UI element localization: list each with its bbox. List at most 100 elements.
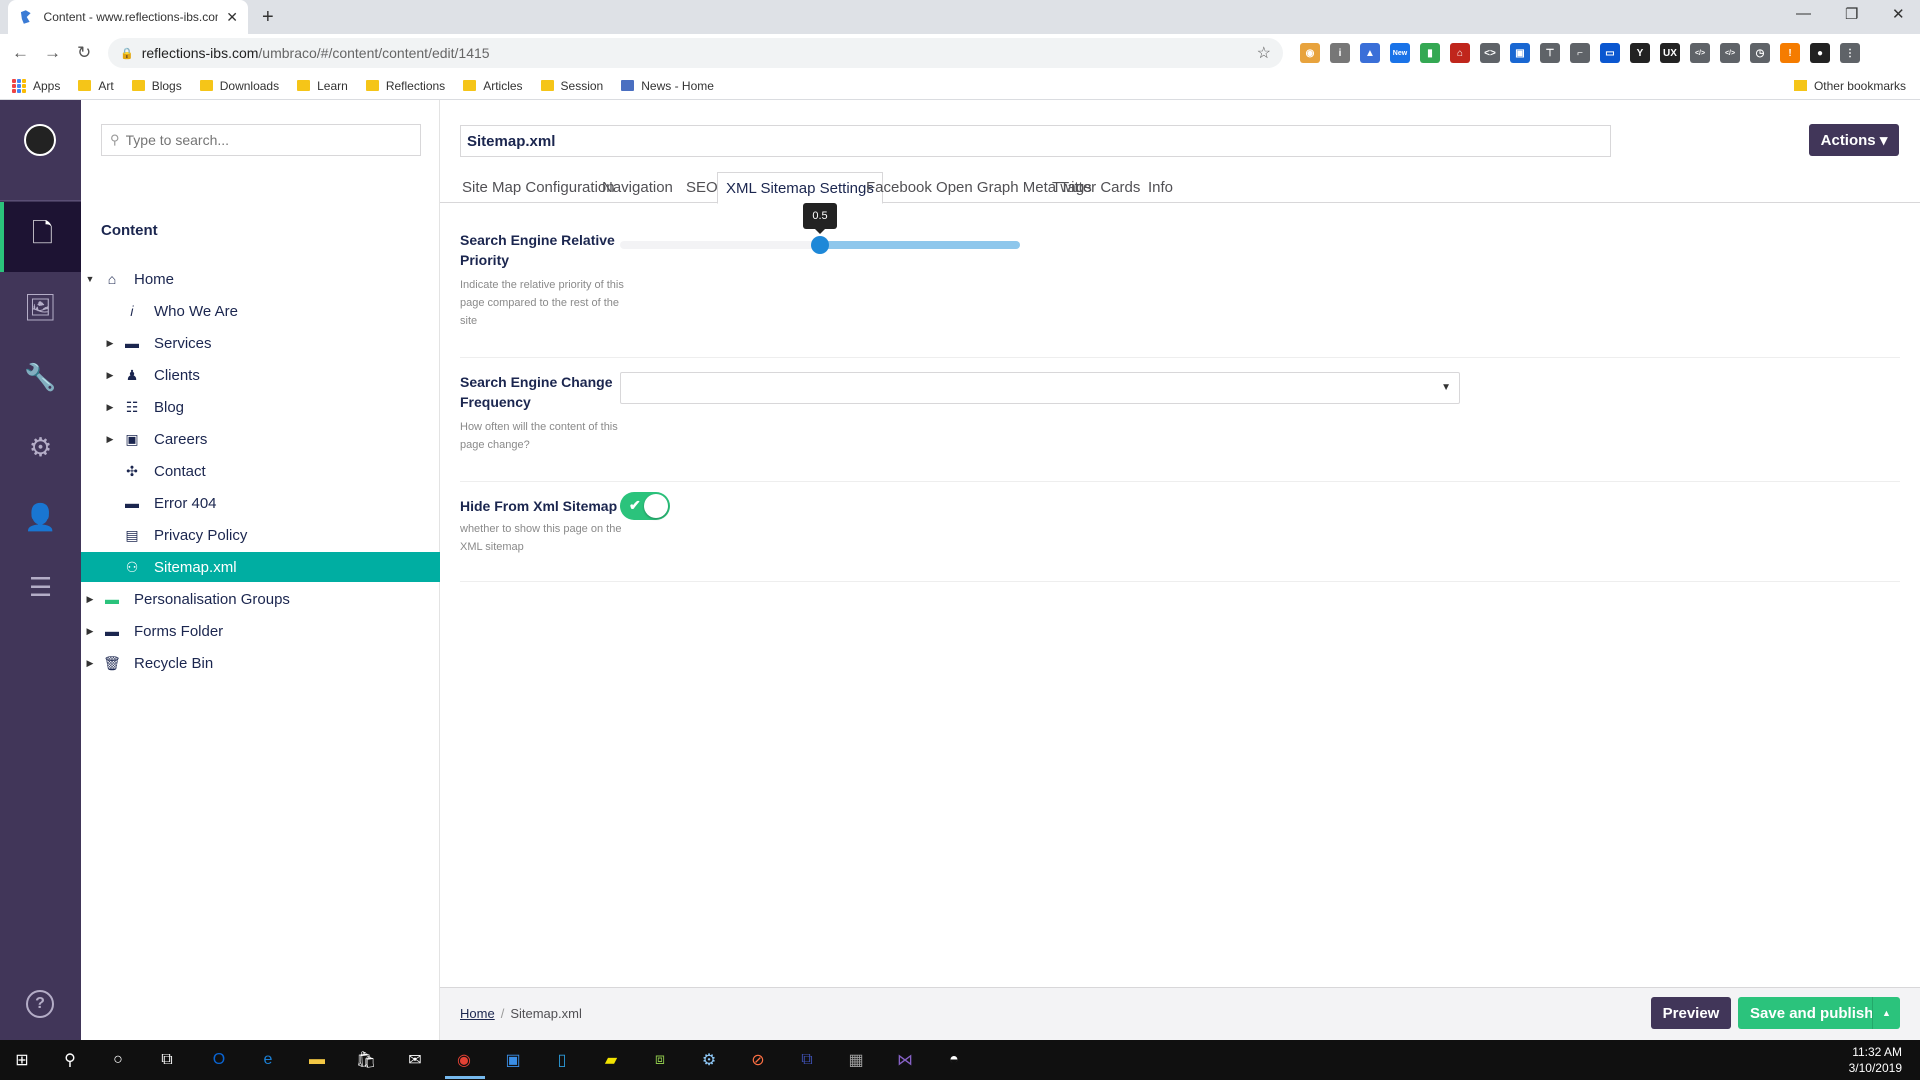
members-icon[interactable]: 👤	[0, 482, 81, 552]
help-icon[interactable]: ?	[26, 990, 54, 1018]
system-clock[interactable]: 11:32 AM 3/10/2019	[1849, 1044, 1902, 1076]
bookmark-art[interactable]: Art	[78, 79, 114, 93]
network2-icon[interactable]: ⧉	[795, 1048, 819, 1072]
caret-right-icon[interactable]: ▶	[105, 402, 115, 413]
tree-item-error-404[interactable]: ▬ Error 404	[81, 488, 440, 518]
bookmark-star-icon[interactable]: ☆	[1257, 43, 1271, 63]
forms-icon[interactable]: ☰	[0, 552, 81, 622]
minimize-icon[interactable]: —	[1796, 5, 1811, 22]
content-section-icon[interactable]: 🗋	[0, 202, 81, 272]
publish-options-caret-icon[interactable]: ▲	[1872, 997, 1900, 1029]
tree-search-input[interactable]	[125, 132, 406, 148]
sticky-notes-icon[interactable]: ▰	[599, 1048, 623, 1072]
y-icon[interactable]: Y	[1630, 43, 1650, 63]
tree-item-privacy-policy[interactable]: ▤ Privacy Policy	[81, 520, 440, 550]
orange-app-icon[interactable]: ⊘	[746, 1048, 770, 1072]
ux-icon[interactable]: UX	[1660, 43, 1680, 63]
file-explorer-icon[interactable]: ▬	[305, 1048, 329, 1072]
chart-icon[interactable]: ▮	[1420, 43, 1440, 63]
user-avatar[interactable]	[24, 124, 56, 156]
pin-icon[interactable]: ⊤	[1540, 43, 1560, 63]
bookmark-session[interactable]: Session	[540, 79, 603, 93]
settings-wrench-icon[interactable]: 🔧	[0, 342, 81, 412]
bookmark-news-home[interactable]: News - Home	[621, 79, 714, 93]
priority-slider[interactable]: 0.5	[620, 203, 1020, 254]
network-icon[interactable]: ⧈	[648, 1048, 672, 1072]
caret-right-icon[interactable]: ▶	[105, 370, 115, 381]
octo-icon[interactable]: ◓	[942, 1048, 966, 1072]
bookmark-learn[interactable]: Learn	[297, 79, 348, 93]
preview-button[interactable]: Preview	[1651, 997, 1731, 1029]
tree-item-home[interactable]: ▼ ⌂ Home	[81, 264, 440, 294]
search-icon[interactable]: ⚲	[58, 1048, 82, 1072]
tree-item-personalisation-groups[interactable]: ▶ ▬ Personalisation Groups	[81, 584, 440, 614]
tree-item-recycle-bin[interactable]: ▶ 🗑 Recycle Bin	[81, 648, 440, 678]
new-tab-button[interactable]: +	[262, 6, 274, 29]
pdf-icon[interactable]: ⌂	[1450, 43, 1470, 63]
bookmark-downloads[interactable]: Downloads	[199, 79, 279, 93]
caret-down-icon[interactable]: ▼	[85, 274, 95, 284]
tree-item-who-we-are[interactable]: 𝑖 Who We Are	[81, 296, 440, 326]
media-section-icon[interactable]: 🖼	[0, 272, 81, 342]
breadcrumb-home-link[interactable]: Home	[460, 1006, 495, 1021]
node-name-field[interactable]: Sitemap.xml	[460, 125, 1611, 157]
browser-tab[interactable]: Content - www.reflections-ibs.com ✕	[8, 0, 248, 34]
user-icon[interactable]: ▲	[1360, 43, 1380, 63]
hide-sitemap-toggle[interactable]: ✔	[620, 492, 670, 520]
menu-icon[interactable]: ⋮	[1840, 43, 1860, 63]
tree-item-forms-folder[interactable]: ▶ ▬ Forms Folder	[81, 616, 440, 646]
caret-right-icon[interactable]: ▶	[105, 434, 115, 445]
forward-icon[interactable]: →	[44, 43, 61, 63]
settings-gear-icon[interactable]: ⚙	[0, 412, 81, 482]
back-icon[interactable]: ←	[12, 43, 29, 63]
close-window-icon[interactable]: ✕	[1892, 5, 1905, 23]
tab-navigation[interactable]: Navigation	[594, 172, 681, 203]
profile-icon[interactable]: ●	[1810, 43, 1830, 63]
save-and-publish-button[interactable]: Save and publish ▲	[1738, 997, 1900, 1029]
slider-handle[interactable]	[811, 236, 829, 254]
bookmark-blogs[interactable]: Blogs	[131, 79, 182, 93]
info-icon[interactable]: i	[1330, 43, 1350, 63]
tree-item-contact[interactable]: ✣ Contact	[81, 456, 440, 486]
windows-start-icon[interactable]: ⊞	[10, 1048, 34, 1072]
tab-info[interactable]: Info	[1140, 172, 1181, 203]
chrome-icon[interactable]: ◉	[452, 1048, 476, 1072]
code2-icon[interactable]: </>	[1720, 43, 1740, 63]
cortana-icon[interactable]: ○	[106, 1048, 130, 1072]
tree-item-careers[interactable]: ▶ ▣ Careers	[81, 424, 440, 454]
caret-right-icon[interactable]: ▶	[85, 594, 95, 605]
visual-studio-icon[interactable]: ⋈	[893, 1048, 917, 1072]
edge-icon[interactable]: e	[256, 1048, 280, 1072]
caret-right-icon[interactable]: ▶	[105, 338, 115, 349]
new-badge-icon[interactable]: New	[1390, 43, 1410, 63]
orange-icon[interactable]: !	[1780, 43, 1800, 63]
tree-search[interactable]: ⚲	[101, 124, 421, 156]
tag-icon[interactable]: </>	[1690, 43, 1710, 63]
clock-icon[interactable]: ◷	[1750, 43, 1770, 63]
phone-icon[interactable]: ▯	[550, 1048, 574, 1072]
url-field[interactable]: 🔒 reflections-ibs.com /umbraco/#/content…	[108, 38, 1283, 68]
caret-right-icon[interactable]: ▶	[85, 658, 95, 669]
tree-item-sitemap-xml[interactable]: ⚇ Sitemap.xml	[81, 552, 440, 582]
close-tab-icon[interactable]: ✕	[226, 9, 238, 26]
tree-item-blog[interactable]: ▶ ☷ Blog	[81, 392, 440, 422]
other-bookmarks[interactable]: Other bookmarks	[1793, 79, 1906, 93]
mail-icon[interactable]: ✉	[403, 1048, 427, 1072]
caret-right-icon[interactable]: ▶	[85, 626, 95, 637]
change-frequency-select[interactable]: ▼	[620, 372, 1460, 404]
reload-icon[interactable]: ↻	[77, 43, 91, 63]
screen-icon[interactable]: ▣	[1510, 43, 1530, 63]
bookmark-apps[interactable]: Apps	[12, 78, 60, 93]
tree-item-services[interactable]: ▶ ▬ Services	[81, 328, 440, 358]
webcam-icon[interactable]: ▦	[844, 1048, 868, 1072]
store-icon[interactable]: 🛍	[354, 1048, 378, 1072]
settings-app-icon[interactable]: ⚙	[697, 1048, 721, 1072]
remote-desktop-icon[interactable]: ▣	[501, 1048, 525, 1072]
ruler-icon[interactable]: ⌐	[1570, 43, 1590, 63]
tab-twitter-cards[interactable]: Twitter Cards	[1044, 172, 1148, 203]
bookmark-articles[interactable]: Articles	[463, 79, 523, 93]
pocket-icon[interactable]: ◉	[1300, 43, 1320, 63]
bookmark-reflections[interactable]: Reflections	[365, 79, 445, 93]
tree-item-clients[interactable]: ▶ ♟ Clients	[81, 360, 440, 390]
outlook-icon[interactable]: O	[207, 1048, 231, 1072]
